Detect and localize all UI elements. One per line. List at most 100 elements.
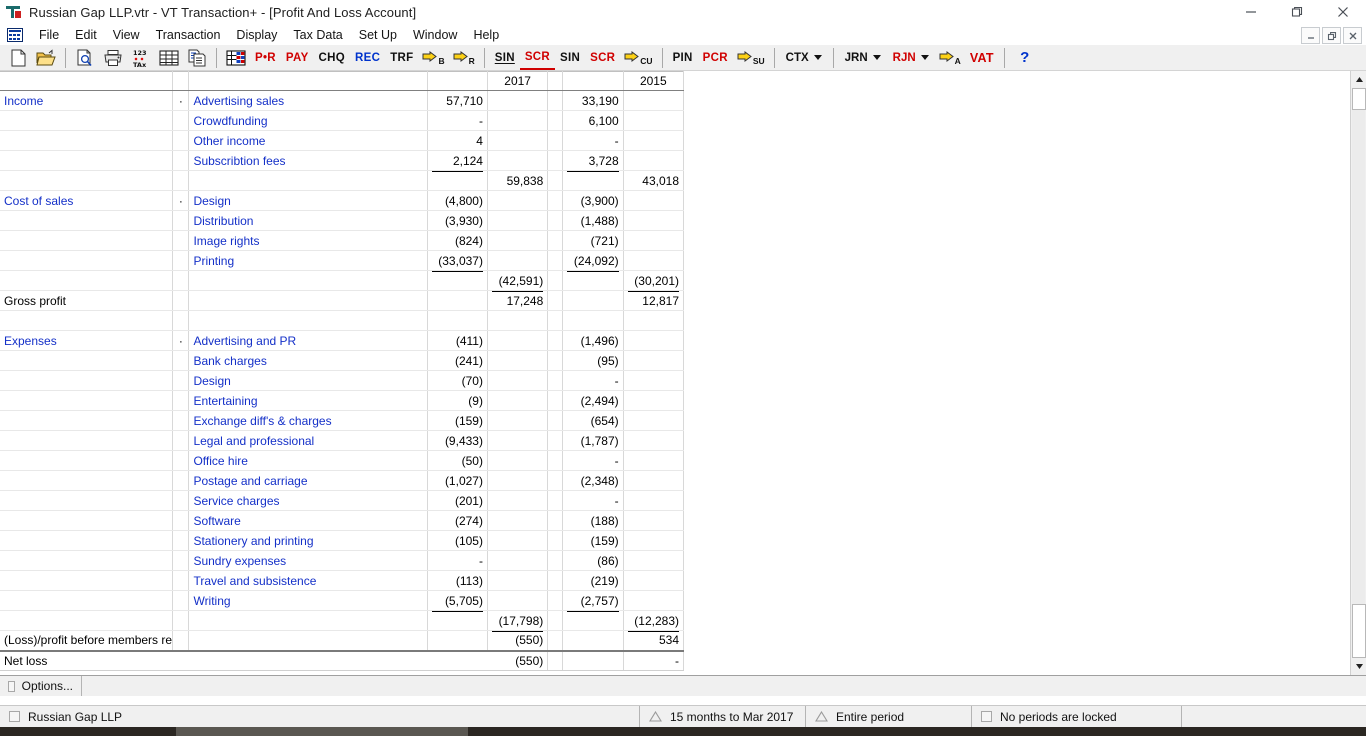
grid-menu-icon[interactable] — [7, 27, 23, 42]
report-account-link[interactable]: Design — [193, 194, 230, 208]
report-account-link[interactable]: Software — [193, 514, 240, 528]
print-preview-icon[interactable] — [71, 46, 99, 70]
report-cell[interactable]: Exchange diff's & charges — [188, 410, 428, 431]
report-cell[interactable]: Writing — [188, 590, 428, 611]
table-grid-icon[interactable] — [155, 46, 183, 70]
ctx-dropdown[interactable]: CTX — [780, 46, 828, 70]
purchase-credit-button[interactable]: PCR — [698, 46, 733, 70]
sales-credit-2-button[interactable]: SCR — [585, 46, 620, 70]
sales-invoice-button[interactable]: SIN — [490, 46, 520, 70]
report-cell[interactable]: Image rights — [188, 230, 428, 251]
report-account-link[interactable]: Advertising sales — [193, 94, 284, 108]
scroll-thumb[interactable] — [1352, 604, 1366, 658]
arrow-r-icon[interactable]: R — [449, 46, 479, 70]
report-category-link[interactable]: Expenses — [4, 334, 57, 348]
report-cell[interactable]: Cost of sales — [0, 190, 174, 211]
mdi-close-button[interactable] — [1343, 27, 1362, 44]
mdi-minimize-button[interactable] — [1301, 27, 1320, 44]
menu-item-tax-data[interactable]: Tax Data — [285, 26, 350, 44]
maximize-button[interactable] — [1274, 0, 1320, 24]
report-cell[interactable]: Distribution — [188, 210, 428, 231]
tax-123-icon[interactable]: 123 TAx — [127, 46, 155, 70]
mdi-restore-button[interactable] — [1322, 27, 1341, 44]
report-cell[interactable]: Service charges — [188, 490, 428, 511]
report-cell[interactable]: Advertising and PR — [188, 330, 428, 351]
report-cell[interactable]: Bank charges — [188, 350, 428, 371]
scroll-thumb-top[interactable] — [1352, 88, 1366, 110]
arrow-b-icon[interactable]: B — [418, 46, 448, 70]
report-cell[interactable]: Travel and subsistence — [188, 570, 428, 591]
report-cell[interactable]: Office hire — [188, 450, 428, 471]
report-account-link[interactable]: Entertaining — [193, 394, 257, 408]
menu-item-file[interactable]: File — [31, 26, 67, 44]
scrollbar-track[interactable] — [1352, 88, 1365, 658]
report-cell[interactable]: Subscribtion fees — [188, 150, 428, 171]
report-cell[interactable]: Other income — [188, 130, 428, 151]
minimize-button[interactable] — [1228, 0, 1274, 24]
taskbar-active-item[interactable] — [176, 727, 468, 736]
cheque-button[interactable]: CHQ — [314, 46, 350, 70]
transfer-button[interactable]: TRF — [385, 46, 418, 70]
menu-item-set-up[interactable]: Set Up — [351, 26, 405, 44]
rjn-dropdown[interactable]: RJN — [887, 46, 935, 70]
copy-icon[interactable] — [183, 46, 211, 70]
report-account-link[interactable]: Postage and carriage — [193, 474, 307, 488]
report-cell[interactable]: Stationery and printing — [188, 530, 428, 551]
pay-receipt-button[interactable]: P•R — [250, 46, 281, 70]
status-company[interactable]: Russian Gap LLP — [0, 706, 640, 727]
sales-credit-button[interactable]: SCR — [519, 46, 556, 70]
options-button[interactable]: Options... — [0, 676, 82, 696]
report-account-link[interactable]: Subscribtion fees — [193, 154, 285, 168]
report-account-link[interactable]: Travel and subsistence — [193, 574, 316, 588]
spreadsheet-color-icon[interactable] — [222, 46, 250, 70]
purchase-invoice-button[interactable]: PIN — [668, 46, 698, 70]
taskbar[interactable] — [0, 727, 1366, 736]
menu-item-edit[interactable]: Edit — [67, 26, 105, 44]
vertical-scrollbar[interactable] — [1350, 71, 1366, 675]
sales-invoice-2-button[interactable]: SIN — [555, 46, 585, 70]
report-account-link[interactable]: Design — [193, 374, 230, 388]
menu-item-view[interactable]: View — [105, 26, 148, 44]
report-cell[interactable]: Expenses — [0, 330, 174, 351]
status-locked-periods[interactable]: No periods are locked — [972, 706, 1182, 727]
report-account-link[interactable]: Stationery and printing — [193, 534, 313, 548]
scroll-up-arrow-icon[interactable] — [1351, 71, 1366, 88]
open-folder-icon[interactable] — [32, 46, 60, 70]
status-entire-period[interactable]: Entire period — [806, 706, 972, 727]
menu-item-transaction[interactable]: Transaction — [148, 26, 229, 44]
report-cell[interactable]: Income — [0, 90, 174, 111]
report-cell[interactable]: Design — [188, 190, 428, 211]
report-cell[interactable]: Crowdfunding — [188, 110, 428, 131]
close-button[interactable] — [1320, 0, 1366, 24]
report-category-link[interactable]: Income — [4, 94, 43, 108]
report-category-link[interactable]: Cost of sales — [4, 194, 73, 208]
report-account-link[interactable]: Crowdfunding — [193, 114, 267, 128]
vat-button[interactable]: VAT — [965, 46, 999, 70]
report-account-link[interactable]: Bank charges — [193, 354, 266, 368]
help-button[interactable]: ? — [1010, 46, 1040, 70]
report-cell[interactable]: Entertaining — [188, 390, 428, 411]
scroll-down-arrow-icon[interactable] — [1351, 658, 1366, 675]
report-cell[interactable]: Sundry expenses — [188, 550, 428, 571]
menu-item-window[interactable]: Window — [405, 26, 465, 44]
arrow-a-icon[interactable]: A — [935, 46, 965, 70]
profit-and-loss-report[interactable]: 2017 2015 Income · Advertising sales 57,710 33… — [0, 71, 1350, 675]
report-account-link[interactable]: Sundry expenses — [193, 554, 286, 568]
print-icon[interactable] — [99, 46, 127, 70]
arrow-su-icon[interactable]: SU — [733, 46, 769, 70]
report-account-link[interactable]: Advertising and PR — [193, 334, 296, 348]
report-account-link[interactable]: Distribution — [193, 214, 253, 228]
pay-button[interactable]: PAY — [281, 46, 314, 70]
report-cell[interactable]: Advertising sales — [188, 90, 428, 111]
report-account-link[interactable]: Office hire — [193, 454, 247, 468]
report-cell[interactable]: Software — [188, 510, 428, 531]
report-account-link[interactable]: Printing — [193, 254, 234, 268]
status-period[interactable]: 15 months to Mar 2017 — [640, 706, 806, 727]
jrn-dropdown[interactable]: JRN — [839, 46, 887, 70]
menu-item-display[interactable]: Display — [228, 26, 285, 44]
report-cell[interactable]: Design — [188, 370, 428, 391]
report-account-link[interactable]: Legal and professional — [193, 434, 314, 448]
report-account-link[interactable]: Service charges — [193, 494, 279, 508]
report-account-link[interactable]: Exchange diff's & charges — [193, 414, 331, 428]
report-account-link[interactable]: Writing — [193, 594, 230, 608]
